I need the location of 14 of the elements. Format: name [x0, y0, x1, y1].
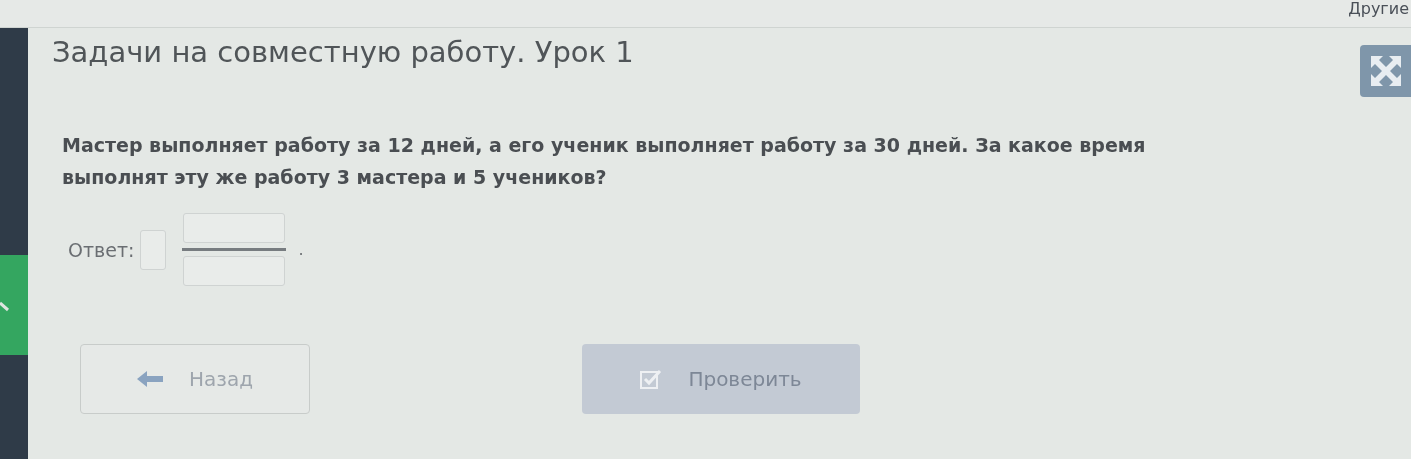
whole-part-field[interactable] [140, 229, 167, 270]
answer-label: Ответ: [68, 238, 135, 261]
question-text: Мастер выполняет работу за 12 дней, а его ученик выполняет работу за 30 дней. За какое время выполнят эту же работу 3 мастера и 5 учеников? [62, 133, 1147, 190]
denominator-field[interactable] [183, 256, 286, 286]
numerator-field[interactable] [183, 213, 286, 243]
back-button[interactable]: Назад [80, 344, 310, 414]
sidebar-tab[interactable] [0, 255, 28, 355]
period-mark: . [298, 240, 304, 259]
page-title: Задачи на совместную работу. Урок 1 [52, 35, 634, 69]
checkbox-icon [640, 369, 663, 389]
fullscreen-button[interactable] [1360, 45, 1411, 97]
link[interactable]: Другие [1348, 1, 1411, 17]
arrow-left-icon [137, 371, 163, 387]
expand-arrows-icon [1370, 56, 1401, 86]
